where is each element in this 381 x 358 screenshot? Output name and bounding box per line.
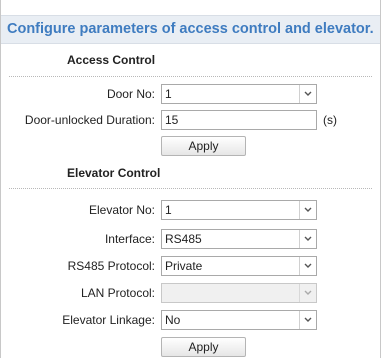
door-no-label: Door No:: [106, 87, 155, 101]
config-panel: Configure parameters of access control a…: [0, 0, 381, 358]
chevron-down-icon[interactable]: [299, 85, 316, 103]
elevator-no-value: 1: [165, 203, 172, 217]
chevron-down-icon[interactable]: [299, 257, 316, 275]
access-apply-button[interactable]: Apply: [161, 136, 246, 156]
chevron-down-icon[interactable]: [299, 311, 316, 329]
door-no-select[interactable]: 1: [161, 84, 317, 104]
elevator-apply-button[interactable]: Apply: [161, 337, 246, 357]
elevator-linkage-select[interactable]: No: [161, 310, 317, 330]
chevron-down-icon[interactable]: [299, 230, 316, 248]
rs485-protocol-select[interactable]: Private: [161, 256, 317, 276]
divider: [9, 76, 372, 77]
elevator-linkage-value: No: [165, 313, 181, 327]
unlock-duration-input[interactable]: 15: [161, 110, 317, 130]
elevator-linkage-label: Elevator Linkage:: [62, 313, 155, 327]
rs485-protocol-label: RS485 Protocol:: [67, 259, 155, 273]
rs485-protocol-value: Private: [165, 259, 203, 273]
interface-value: RS485: [165, 232, 202, 246]
chevron-down-icon: [299, 284, 316, 302]
unlock-duration-unit: (s): [323, 113, 337, 127]
door-no-value: 1: [165, 87, 172, 101]
elevator-no-select[interactable]: 1: [161, 200, 317, 220]
lan-protocol-select: [161, 283, 317, 303]
elevator-control-section-title: Elevator Control: [67, 166, 161, 180]
interface-label: Interface:: [104, 232, 155, 246]
lan-protocol-label: LAN Protocol:: [80, 286, 155, 300]
access-control-section-title: Access Control: [67, 53, 156, 67]
page-title: Configure parameters of access control a…: [1, 15, 380, 44]
interface-select[interactable]: RS485: [161, 229, 317, 249]
divider: [9, 188, 372, 189]
unlock-duration-label: Door-unlocked Duration:: [24, 113, 155, 127]
chevron-down-icon[interactable]: [299, 201, 316, 219]
elevator-no-label: Elevator No:: [88, 203, 155, 217]
